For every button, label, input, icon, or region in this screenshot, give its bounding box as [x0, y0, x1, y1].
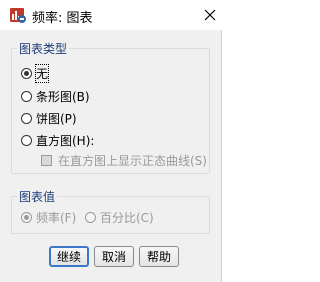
- radio-bar-chart-label: 条形图(B): [36, 89, 90, 104]
- window-title: 频率: 图表: [32, 11, 93, 26]
- chart-values-legend: 图表值: [17, 188, 58, 205]
- radio-pie-chart-indicator[interactable]: [21, 112, 32, 124]
- continue-button[interactable]: 继续: [49, 246, 89, 267]
- radio-bar-chart-indicator[interactable]: [21, 90, 32, 102]
- radio-percent-indicator[interactable]: [85, 211, 96, 223]
- radio-pie-chart[interactable]: 饼图(P): [21, 110, 77, 126]
- window-edge: [222, 30, 231, 282]
- cancel-button[interactable]: 取消: [94, 246, 134, 267]
- radio-frequency-indicator[interactable]: [21, 211, 32, 223]
- radio-percent[interactable]: 百分比(C): [85, 209, 154, 225]
- radio-pie-chart-label: 饼图(P): [36, 111, 77, 126]
- radio-none-label: 无: [34, 63, 50, 83]
- close-icon[interactable]: [200, 5, 220, 25]
- radio-none-indicator[interactable]: [21, 67, 32, 79]
- radio-histogram-indicator[interactable]: [21, 134, 32, 146]
- dialog-body: 图表类型 无 条形图(B) 饼图(P) 直方图(H): 在直方图上显示正态曲线(…: [0, 30, 222, 282]
- radio-bar-chart[interactable]: 条形图(B): [21, 88, 90, 104]
- title-bar: 频率: 图表: [0, 0, 231, 30]
- radio-frequency[interactable]: 频率(F): [21, 209, 76, 225]
- radio-histogram[interactable]: 直方图(H):: [21, 132, 94, 148]
- app-chart-icon: [9, 6, 27, 24]
- chart-values-group: 图表值 频率(F) 百分比(C): [11, 188, 210, 234]
- help-button[interactable]: 帮助: [139, 246, 179, 267]
- normal-curve-checkbox[interactable]: 在直方图上显示正态曲线(S): [41, 152, 207, 168]
- chart-type-group: 图表类型 无 条形图(B) 饼图(P) 直方图(H): 在直方图上显示正态曲线(…: [11, 40, 210, 174]
- normal-curve-checkbox-box[interactable]: [41, 154, 52, 166]
- radio-none[interactable]: 无: [21, 63, 50, 83]
- chart-type-legend: 图表类型: [17, 40, 70, 57]
- radio-percent-label: 百分比(C): [100, 210, 154, 225]
- normal-curve-label: 在直方图上显示正态曲线(S): [58, 153, 207, 168]
- radio-frequency-label: 频率(F): [36, 210, 77, 225]
- radio-histogram-label: 直方图(H):: [36, 133, 95, 148]
